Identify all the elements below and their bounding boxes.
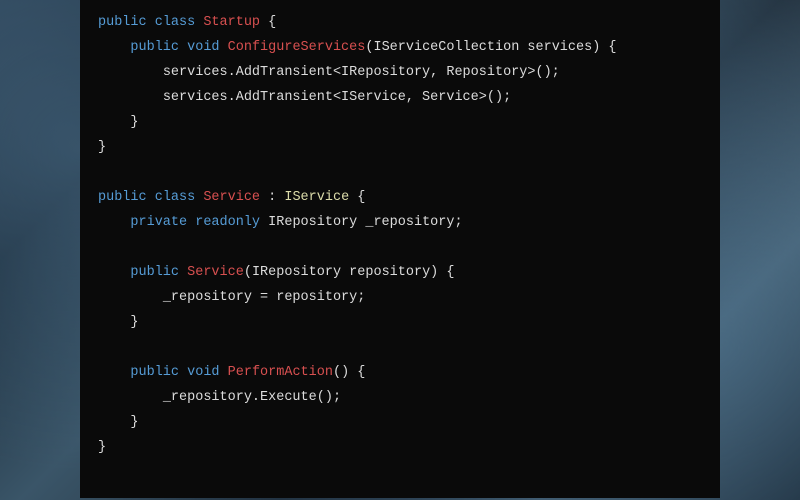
code-token: public <box>130 265 187 280</box>
code-token: class <box>155 15 204 30</box>
code-token: public <box>98 15 155 30</box>
code-line <box>98 335 702 360</box>
code-token: () { <box>333 365 365 380</box>
code-token: { <box>349 190 365 205</box>
code-token: public <box>98 190 155 205</box>
code-line: } <box>98 135 702 160</box>
code-token: (IServiceCollection services) { <box>365 40 616 55</box>
code-token: _repository.Execute(); <box>163 390 341 405</box>
code-line: public void PerformAction() { <box>98 360 702 385</box>
code-line: _repository.Execute(); <box>98 385 702 410</box>
code-line: public class Startup { <box>98 10 702 35</box>
code-line <box>98 160 702 185</box>
code-token: services.AddTransient<IService, Service>… <box>163 90 511 105</box>
code-token: } <box>130 315 138 330</box>
code-token: Service <box>187 265 244 280</box>
code-token: public <box>130 40 187 55</box>
code-line: services.AddTransient<IRepository, Repos… <box>98 60 702 85</box>
code-token: } <box>98 440 106 455</box>
code-token: ConfigureServices <box>228 40 366 55</box>
code-token: services.AddTransient<IRepository, Repos… <box>163 65 560 80</box>
code-token: class <box>155 190 204 205</box>
code-token: } <box>130 415 138 430</box>
code-token: } <box>98 140 106 155</box>
code-token: IRepository _repository; <box>268 215 462 230</box>
code-token: PerformAction <box>228 365 333 380</box>
code-token: readonly <box>195 215 268 230</box>
code-line: } <box>98 310 702 335</box>
code-token: IService <box>284 190 349 205</box>
code-token: void <box>187 365 228 380</box>
code-token: Service <box>203 190 260 205</box>
code-token: (IRepository repository) { <box>244 265 455 280</box>
code-line: public class Service : IService { <box>98 185 702 210</box>
code-token: { <box>260 15 276 30</box>
code-line: public Service(IRepository repository) { <box>98 260 702 285</box>
code-line <box>98 235 702 260</box>
code-token: void <box>187 40 228 55</box>
code-line: public void ConfigureServices(IServiceCo… <box>98 35 702 60</box>
code-token: private <box>130 215 195 230</box>
code-line: services.AddTransient<IService, Service>… <box>98 85 702 110</box>
code-block: public class Startup { public void Confi… <box>80 0 720 498</box>
code-line: _repository = repository; <box>98 285 702 310</box>
code-token: public <box>130 365 187 380</box>
code-line: } <box>98 435 702 460</box>
code-token: : <box>260 190 284 205</box>
code-line: } <box>98 410 702 435</box>
code-token: } <box>130 115 138 130</box>
code-line: } <box>98 110 702 135</box>
code-line: private readonly IRepository _repository… <box>98 210 702 235</box>
code-token: _repository = repository; <box>163 290 366 305</box>
code-token: Startup <box>203 15 260 30</box>
